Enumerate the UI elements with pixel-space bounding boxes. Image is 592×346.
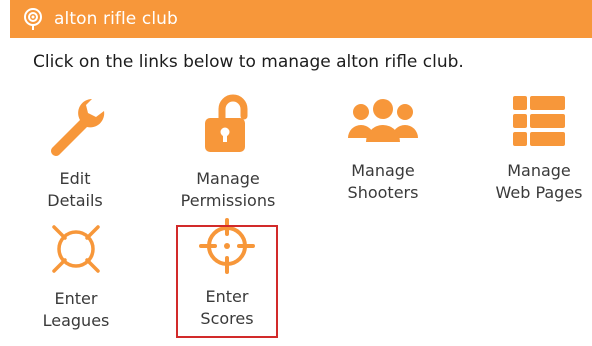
wrench-icon [44,94,106,156]
club-title: alton rifle club [54,9,178,29]
tile-label: Edit Details [47,168,102,212]
tile-label: Manage Web Pages [495,160,582,204]
tile-label-line1: Enter [54,289,98,308]
manage-web-pages-link[interactable]: Manage Web Pages [479,94,592,204]
users-icon [347,94,419,148]
tile-label: Enter Leagues [43,288,110,332]
list-icon [513,94,565,148]
selected-tile-highlight [176,225,278,338]
tile-label-line2: Web Pages [495,183,583,202]
tile-label-line2: Shooters [347,183,419,202]
target-icon [50,222,102,276]
tile-label-line1: Edit [59,169,91,188]
edit-details-link[interactable]: Edit Details [15,94,135,210]
unlock-icon [198,94,258,156]
tile-label-line1: Manage [351,161,415,180]
manage-permissions-link[interactable]: Manage Permissions [168,94,288,210]
enter-leagues-link[interactable]: Enter Leagues [16,222,136,332]
intro-text: Click on the links below to manage alton… [33,52,464,72]
tile-label: Manage Permissions [181,168,276,212]
tile-label-line1: Manage [507,161,571,180]
tile-label-line2: Permissions [180,191,276,210]
tile-label-line2: Details [47,191,103,210]
pin-icon [22,8,44,30]
tile-label: Manage Shooters [348,160,419,204]
tile-label-line2: Leagues [42,311,110,330]
manage-shooters-link[interactable]: Manage Shooters [323,94,443,204]
tile-label-line1: Manage [196,169,260,188]
club-header: alton rifle club [10,0,592,38]
